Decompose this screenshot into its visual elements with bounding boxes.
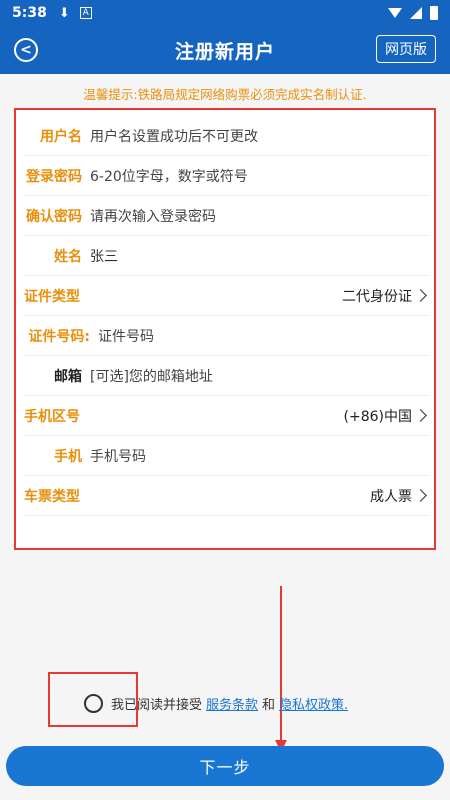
next-step-button[interactable]: 下一步: [6, 746, 444, 786]
nav-bar: < 注册新用户 网页版: [0, 26, 450, 74]
area-code-value: (+86)中国: [343, 408, 412, 425]
confirm-password-row[interactable]: 确认密码 请再次输入登录密码: [24, 196, 429, 236]
ticket-type-select[interactable]: 成人票: [370, 486, 429, 506]
agreement-and: 和: [262, 698, 276, 713]
download-arrow-icon: ⬇: [58, 5, 70, 21]
name-row[interactable]: 姓名 张三: [24, 236, 429, 276]
status-time: 5:38: [12, 5, 47, 21]
id-number-input[interactable]: 证件号码: [98, 326, 154, 346]
name-label: 姓名: [54, 248, 82, 265]
notice-text: 温馨提示:铁路局规定网络购票必须完成实名制认证.: [83, 87, 367, 102]
agreement: 我已阅读并接受 服务条款 和 隐私权政策.: [84, 694, 352, 713]
privacy-link[interactable]: 隐私权政策.: [279, 694, 348, 713]
terms-link[interactable]: 服务条款: [206, 694, 258, 713]
agree-radio[interactable]: [84, 694, 103, 713]
confirm-password-input[interactable]: 请再次输入登录密码: [90, 206, 216, 226]
ticket-type-row[interactable]: 车票类型 成人票: [24, 476, 429, 516]
battery-icon: [430, 6, 438, 20]
ticket-type-label: 车票类型: [24, 488, 80, 505]
phone-row[interactable]: 手机 手机号码: [24, 436, 429, 476]
id-type-label: 证件类型: [24, 288, 80, 305]
area-code-select[interactable]: (+86)中国: [344, 406, 429, 426]
page-title: 注册新用户: [174, 40, 275, 63]
area-code-row[interactable]: 手机区号 (+86)中国: [24, 396, 429, 436]
registration-form: 用户名 用户名设置成功后不可更改 登录密码 6-20位字母，数字或符号 确认密码…: [14, 108, 436, 550]
phone-label: 手机: [54, 448, 82, 465]
id-type-select[interactable]: 二代身份证: [342, 286, 429, 306]
web-version-button[interactable]: 网页版: [376, 35, 436, 63]
chevron-left-icon: <: [20, 42, 32, 58]
email-input[interactable]: [可选]您的邮箱地址: [90, 366, 213, 386]
username-input[interactable]: 用户名设置成功后不可更改: [90, 126, 258, 146]
back-button[interactable]: <: [14, 38, 38, 62]
id-number-row[interactable]: 证件号码: 证件号码: [24, 316, 429, 356]
status-icons: [388, 6, 438, 20]
name-input[interactable]: 张三: [90, 246, 118, 266]
chevron-right-icon: [414, 489, 427, 502]
wifi-icon: [388, 8, 402, 18]
area-code-label: 手机区号: [24, 408, 80, 425]
password-label: 登录密码: [26, 168, 82, 185]
id-number-label: 证件号码:: [28, 328, 90, 345]
ticket-type-value: 成人票: [370, 488, 412, 505]
a-icon: A: [79, 7, 92, 19]
username-row[interactable]: 用户名 用户名设置成功后不可更改: [24, 116, 429, 156]
agreement-prefix: 我已阅读并接受: [111, 698, 203, 713]
id-type-row[interactable]: 证件类型 二代身份证: [24, 276, 429, 316]
phone-input[interactable]: 手机号码: [90, 446, 146, 466]
password-row[interactable]: 登录密码 6-20位字母，数字或符号: [24, 156, 429, 196]
chevron-right-icon: [414, 289, 427, 302]
status-bar: 5:38 ⬇ A: [0, 0, 450, 26]
id-type-value: 二代身份证: [342, 288, 412, 305]
chevron-right-icon: [414, 409, 427, 422]
email-row[interactable]: 邮箱 [可选]您的邮箱地址: [24, 356, 429, 396]
signal-icon: [410, 7, 422, 19]
password-input[interactable]: 6-20位字母，数字或符号: [90, 166, 248, 186]
confirm-password-label: 确认密码: [26, 208, 82, 225]
username-label: 用户名: [40, 128, 82, 145]
email-label: 邮箱: [54, 368, 82, 385]
annotation-arrow-line: [280, 586, 282, 746]
